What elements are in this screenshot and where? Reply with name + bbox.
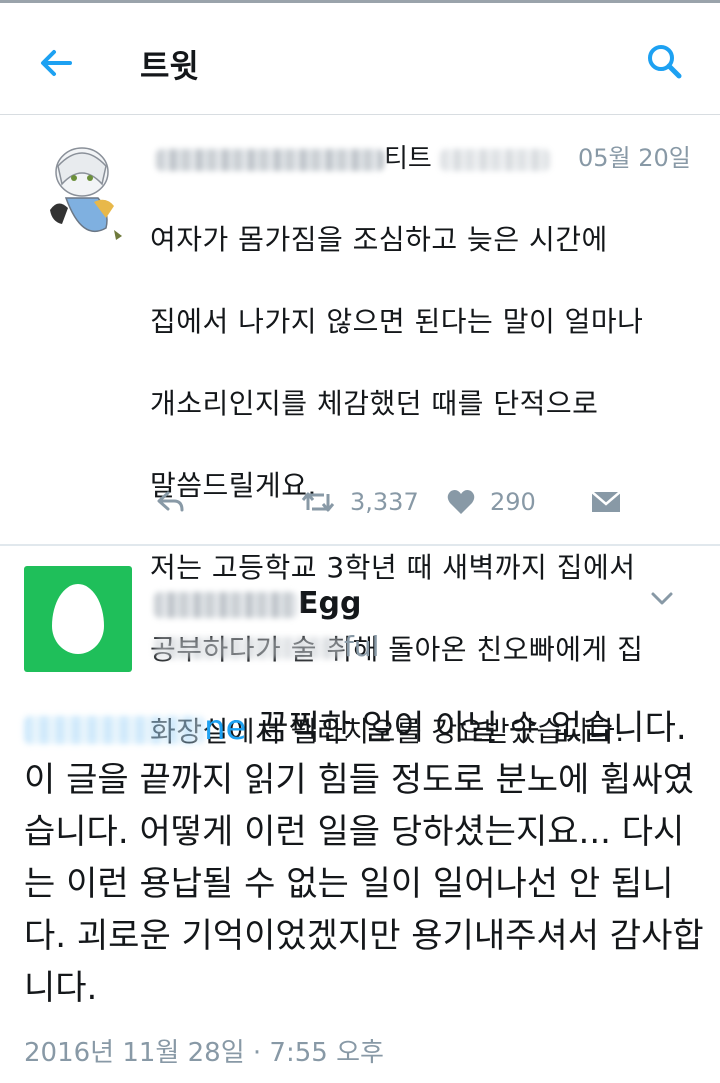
reply-button[interactable] [156, 488, 186, 516]
tweet2-timestamp: 2016년 11월 28일 · 7:55 오후 [24, 1038, 384, 1068]
retweet-button[interactable]: 3,337 [300, 488, 419, 516]
blurred-handle [440, 148, 551, 171]
blurred-handle [154, 637, 344, 659]
retweet-icon [301, 492, 335, 512]
page-title: 트윗 [140, 47, 199, 85]
blurred-name [156, 148, 384, 171]
like-button[interactable]: 290 [446, 488, 536, 516]
like-count: 290 [490, 488, 536, 516]
heart-icon [447, 490, 475, 514]
chevron-down-icon[interactable] [648, 584, 676, 612]
tweet2-handle[interactable]: ful [154, 630, 379, 663]
dm-button[interactable] [590, 488, 622, 516]
egg-avatar[interactable] [24, 566, 132, 672]
anime-avatar[interactable] [36, 132, 132, 252]
back-arrow-icon[interactable] [36, 43, 76, 83]
tweet2-text: ne 끔찍한 일이 아닐 수 없습니다. 이 글을 끝까지 읽기 힘들 정도로 … [24, 708, 704, 1008]
retweet-count: 3,337 [350, 488, 419, 516]
top-app-bar: 트윗 [0, 0, 720, 115]
tweet2-author[interactable]: Egg [154, 586, 361, 621]
search-icon[interactable] [644, 41, 684, 81]
envelope-icon [591, 491, 621, 512]
blurred-name [154, 591, 298, 618]
egg-icon [52, 584, 104, 654]
mention-link[interactable]: ne [24, 708, 246, 748]
tweet1-date: 05월 20일 [578, 144, 691, 172]
tweet1-actions: 3,337 290 [150, 488, 710, 524]
tweet1-author[interactable]: 티트 [156, 138, 551, 175]
reply-icon [157, 491, 184, 512]
tweet1-text: 여자가 몸가짐을 조심하고 늦은 시간에 집에서 나가지 않으면 된다는 말이 … [150, 223, 644, 748]
